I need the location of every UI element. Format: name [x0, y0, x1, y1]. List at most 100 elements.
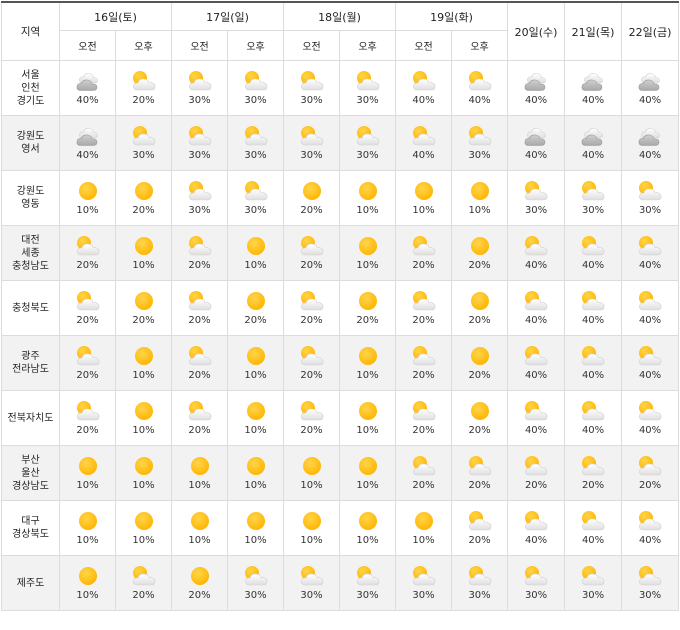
sun-icon: [353, 344, 383, 370]
partly-cloudy-icon: [73, 289, 103, 315]
partly-cloudy-icon: [521, 564, 551, 590]
am-header: 오전: [283, 30, 341, 61]
forecast-cell: 20%: [395, 225, 453, 281]
region-cell: 제주도: [1, 555, 60, 611]
precipitation-chance: 10%: [132, 480, 155, 491]
region-name-line: 강원도: [16, 131, 45, 142]
region-name-line: 영서: [21, 144, 40, 155]
partly-cloudy-icon: [353, 124, 383, 150]
precipitation-chance: 30%: [356, 95, 379, 106]
region-cell: 충청북도: [1, 280, 60, 336]
region-name-line: 경상남도: [12, 480, 49, 492]
partly-cloudy-icon: [578, 289, 608, 315]
partly-cloudy-icon: [521, 344, 551, 370]
partly-cloudy-icon: [185, 234, 215, 260]
precipitation-chance: 20%: [356, 315, 379, 326]
partly-cloudy-icon: [297, 124, 327, 150]
partly-cloudy-icon: [185, 124, 215, 150]
region-name-line: 광주: [21, 351, 40, 362]
precipitation-chance: 10%: [300, 535, 323, 546]
sun-icon: [129, 344, 159, 370]
precipitation-chance: 40%: [412, 150, 435, 161]
precipitation-chance: 30%: [524, 205, 548, 216]
partly-cloudy-icon: [578, 564, 608, 590]
precipitation-chance: 20%: [76, 315, 99, 326]
forecast-cell: 20%: [451, 500, 509, 556]
precipitation-chance: 20%: [76, 370, 99, 381]
precipitation-chance: 10%: [412, 535, 435, 546]
partly-cloudy-icon: [409, 124, 439, 150]
precipitation-chance: 10%: [244, 535, 267, 546]
cloudy-icon: [578, 124, 608, 150]
forecast-cell: 40%: [621, 280, 680, 336]
precipitation-chance: 30%: [300, 590, 323, 601]
forecast-cell: 20%: [395, 280, 453, 336]
region-name-line: 울산: [21, 467, 40, 479]
precipitation-chance: 20%: [300, 315, 323, 326]
region-cell: 전북자치도: [1, 390, 60, 446]
pm-header: 오후: [451, 30, 509, 61]
region-name-line: 인천: [21, 82, 40, 94]
partly-cloudy-icon: [185, 179, 215, 205]
forecast-cell: 10%: [114, 390, 173, 446]
sun-icon: [297, 454, 327, 480]
forecast-cell: 20%: [451, 280, 509, 336]
table-row: 강원도 영동 10% 20% 30% 30% 20% 10% 10% 10% 30% 30% 30%: [1, 170, 680, 226]
forecast-cell: 20%: [59, 390, 116, 446]
sun-icon: [241, 289, 271, 315]
precipitation-chance: 10%: [132, 535, 155, 546]
partly-cloudy-icon: [353, 69, 383, 95]
region-name-line: 경기도: [16, 95, 45, 107]
region-name-line: 영동: [21, 199, 40, 210]
forecast-cell: 20%: [59, 335, 116, 391]
partly-cloudy-icon: [465, 124, 495, 150]
forecast-cell: 30%: [339, 60, 397, 116]
precipitation-chance: 20%: [244, 315, 267, 326]
partly-cloudy-icon: [578, 454, 608, 480]
precipitation-chance: 40%: [524, 260, 548, 271]
forecast-cell: 40%: [507, 60, 566, 116]
precipitation-chance: 10%: [132, 260, 155, 271]
table-row: 전북자치도 20% 10% 20% 10% 20% 10% 20% 20% 40% 40% 40%: [1, 390, 680, 446]
forecast-cell: 20%: [283, 335, 341, 391]
forecast-cell: 10%: [171, 445, 229, 501]
forecast-cell: 10%: [59, 555, 116, 611]
sun-icon: [241, 234, 271, 260]
forecast-cell: 20%: [171, 225, 229, 281]
partly-cloudy-icon: [409, 344, 439, 370]
region-name-line: 부산: [21, 454, 40, 466]
pm-header: 오후: [227, 30, 285, 61]
pm-header: 오후: [339, 30, 397, 61]
forecast-cell: 20%: [114, 280, 173, 336]
forecast-cell: 20%: [451, 445, 509, 501]
sun-icon: [465, 234, 495, 260]
precipitation-chance: 20%: [468, 480, 491, 491]
partly-cloudy-icon: [185, 69, 215, 95]
region-name-line: 제주도: [16, 577, 45, 589]
forecast-cell: 40%: [59, 115, 116, 171]
precipitation-chance: 30%: [581, 205, 605, 216]
region-cell: 대전 세종 충청남도: [1, 225, 60, 281]
forecast-cell: 10%: [114, 225, 173, 281]
am-header: 오전: [395, 30, 453, 61]
precipitation-chance: 40%: [638, 150, 662, 161]
partly-cloudy-icon: [297, 234, 327, 260]
precipitation-chance: 30%: [132, 150, 155, 161]
precipitation-chance: 20%: [132, 315, 155, 326]
precipitation-chance: 30%: [524, 590, 548, 601]
sun-icon: [129, 454, 159, 480]
partly-cloudy-icon: [241, 564, 271, 590]
partly-cloudy-icon: [73, 344, 103, 370]
forecast-cell: 30%: [171, 170, 229, 226]
region-name-line: 대전: [21, 234, 40, 246]
table-header: 지역 16일(토) 17일(일) 18일(월) 19일(화) 20일(수) 21…: [1, 1, 680, 61]
forecast-cell: 30%: [227, 555, 285, 611]
sun-icon: [129, 399, 159, 425]
forecast-cell: 30%: [339, 115, 397, 171]
partly-cloudy-icon: [241, 179, 271, 205]
forecast-cell: 20%: [283, 280, 341, 336]
forecast-cell: 10%: [227, 335, 285, 391]
precipitation-chance: 10%: [244, 370, 267, 381]
partly-cloudy-icon: [297, 69, 327, 95]
partly-cloudy-icon: [578, 399, 608, 425]
